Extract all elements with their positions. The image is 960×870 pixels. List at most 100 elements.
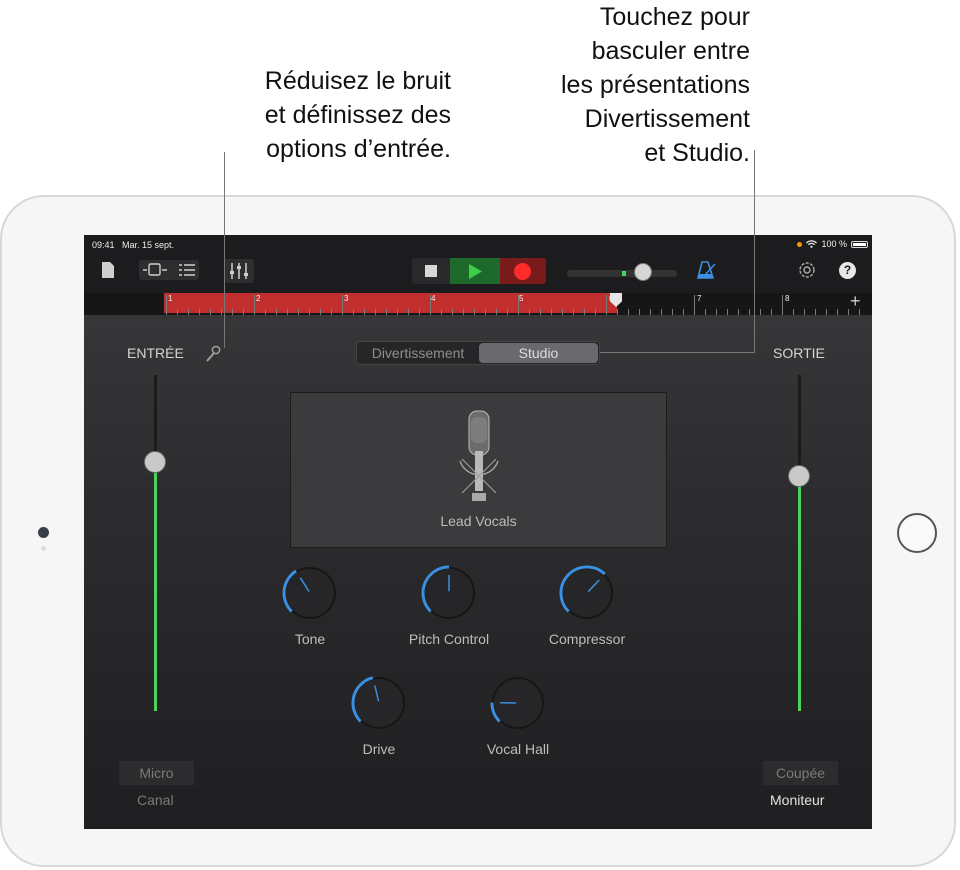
knob-vocal-hall[interactable] [489, 674, 547, 732]
channel-label: Canal [137, 792, 174, 808]
knob-pitch-control[interactable] [420, 564, 478, 622]
ruler-tick [210, 309, 211, 315]
gear-icon[interactable] [797, 260, 817, 280]
ruler-tick [540, 309, 541, 315]
sensor [41, 546, 46, 551]
ruler-tick [727, 309, 728, 315]
mic-indicator-icon [797, 241, 803, 247]
ruler-tick [661, 309, 662, 315]
ruler-tick [320, 309, 321, 315]
ruler-tick [573, 309, 574, 315]
ruler-tick [837, 309, 838, 315]
ruler-tick [529, 309, 530, 315]
ruler-tick [397, 309, 398, 315]
ruler-tick [782, 295, 783, 315]
volume-level-indicator [622, 271, 626, 276]
stop-icon [425, 265, 437, 277]
ruler-tick [364, 309, 365, 315]
ruler-tick [595, 309, 596, 315]
microphone-icon [459, 410, 499, 501]
mic-preset-name: Lead Vocals [440, 513, 517, 529]
output-level-meter [798, 475, 801, 711]
tab-studio[interactable]: Studio [479, 343, 598, 363]
master-volume-slider[interactable] [567, 270, 677, 277]
ruler-tick [848, 309, 849, 315]
ruler-tick [232, 309, 233, 315]
ruler-tick [287, 309, 288, 315]
instrument-view-icon[interactable] [142, 263, 168, 277]
wifi-icon [806, 240, 818, 248]
knob-compressor[interactable] [558, 564, 616, 622]
bar-number: 2 [256, 294, 261, 303]
output-fader-knob[interactable] [788, 464, 810, 487]
ruler-tick [254, 295, 255, 315]
bar-number: 7 [697, 294, 702, 303]
ruler-tick [309, 309, 310, 315]
my-songs-icon[interactable] [101, 261, 115, 279]
callout-leader [224, 152, 225, 348]
knob-tone[interactable] [281, 564, 339, 622]
ruler-tick [584, 309, 585, 315]
ruler-tick [705, 309, 706, 315]
callout-leader [600, 352, 755, 353]
ruler-tick [606, 295, 607, 315]
help-button[interactable]: ? [839, 262, 856, 279]
ruler-tick [793, 309, 794, 315]
ruler-tick [276, 309, 277, 315]
micro-button[interactable]: Micro [119, 761, 194, 785]
ruler-tick [419, 309, 420, 315]
play-icon [469, 264, 482, 279]
master-volume-knob[interactable] [634, 263, 652, 281]
input-label: ENTRÉE [127, 345, 184, 361]
ruler-tick [408, 309, 409, 315]
ruler-tick [474, 309, 475, 315]
input-settings-icon[interactable] [205, 345, 221, 363]
knob-label: Vocal Hall [486, 741, 550, 757]
record-button[interactable] [500, 258, 546, 284]
battery-percent: 100 % [821, 239, 847, 249]
play-button[interactable] [450, 258, 500, 284]
ruler-tick [672, 309, 673, 315]
input-level-meter [154, 462, 157, 711]
knob-label: Compressor [548, 631, 626, 647]
knob-label: Tone [294, 631, 326, 647]
ruler-tick [617, 309, 618, 315]
ruler-tick [463, 309, 464, 315]
status-time: 09:41 [92, 240, 115, 250]
bar-number: 1 [168, 294, 173, 303]
battery-icon [851, 240, 868, 248]
ruler-tick [342, 295, 343, 315]
ruler-tick [199, 309, 200, 315]
stop-button[interactable] [412, 258, 450, 284]
microphone-panel[interactable]: Lead Vocals [290, 392, 667, 548]
ruler-tick [331, 309, 332, 315]
ruler-tick [265, 309, 266, 315]
ruler-tick [188, 309, 189, 315]
ruler-tick [639, 309, 640, 315]
tab-divertissement[interactable]: Divertissement [357, 342, 479, 364]
bar-number: 8 [785, 294, 790, 303]
bar-number: 5 [519, 294, 524, 303]
bar-number: 4 [431, 294, 436, 303]
track-controls-icon[interactable] [228, 262, 250, 280]
ruler-tick [694, 295, 695, 315]
transport-controls [412, 258, 546, 284]
output-label: SORTIE [773, 345, 825, 361]
callout-input-options: Réduisez le bruit et définissez des opti… [264, 67, 451, 163]
status-date: Mar. 15 sept. [122, 240, 175, 250]
bar-number: 3 [344, 294, 349, 303]
tracks-view-icon[interactable] [178, 263, 196, 277]
knob-drive[interactable] [350, 674, 408, 732]
input-fader-knob[interactable] [144, 451, 166, 474]
metronome-icon[interactable] [696, 260, 718, 280]
ruler-tick [496, 309, 497, 315]
callout-view-switch: Touchez pour basculer entre les présenta… [560, 3, 750, 167]
home-button[interactable] [897, 513, 937, 553]
view-switch[interactable]: Divertissement Studio [356, 341, 600, 365]
ruler-tick [760, 309, 761, 315]
ruler-tick [177, 309, 178, 315]
knob-label: Pitch Control [408, 631, 490, 647]
ruler-tick [221, 309, 222, 315]
mute-button[interactable]: Coupée [763, 761, 838, 785]
add-section-button[interactable]: + [850, 291, 861, 312]
